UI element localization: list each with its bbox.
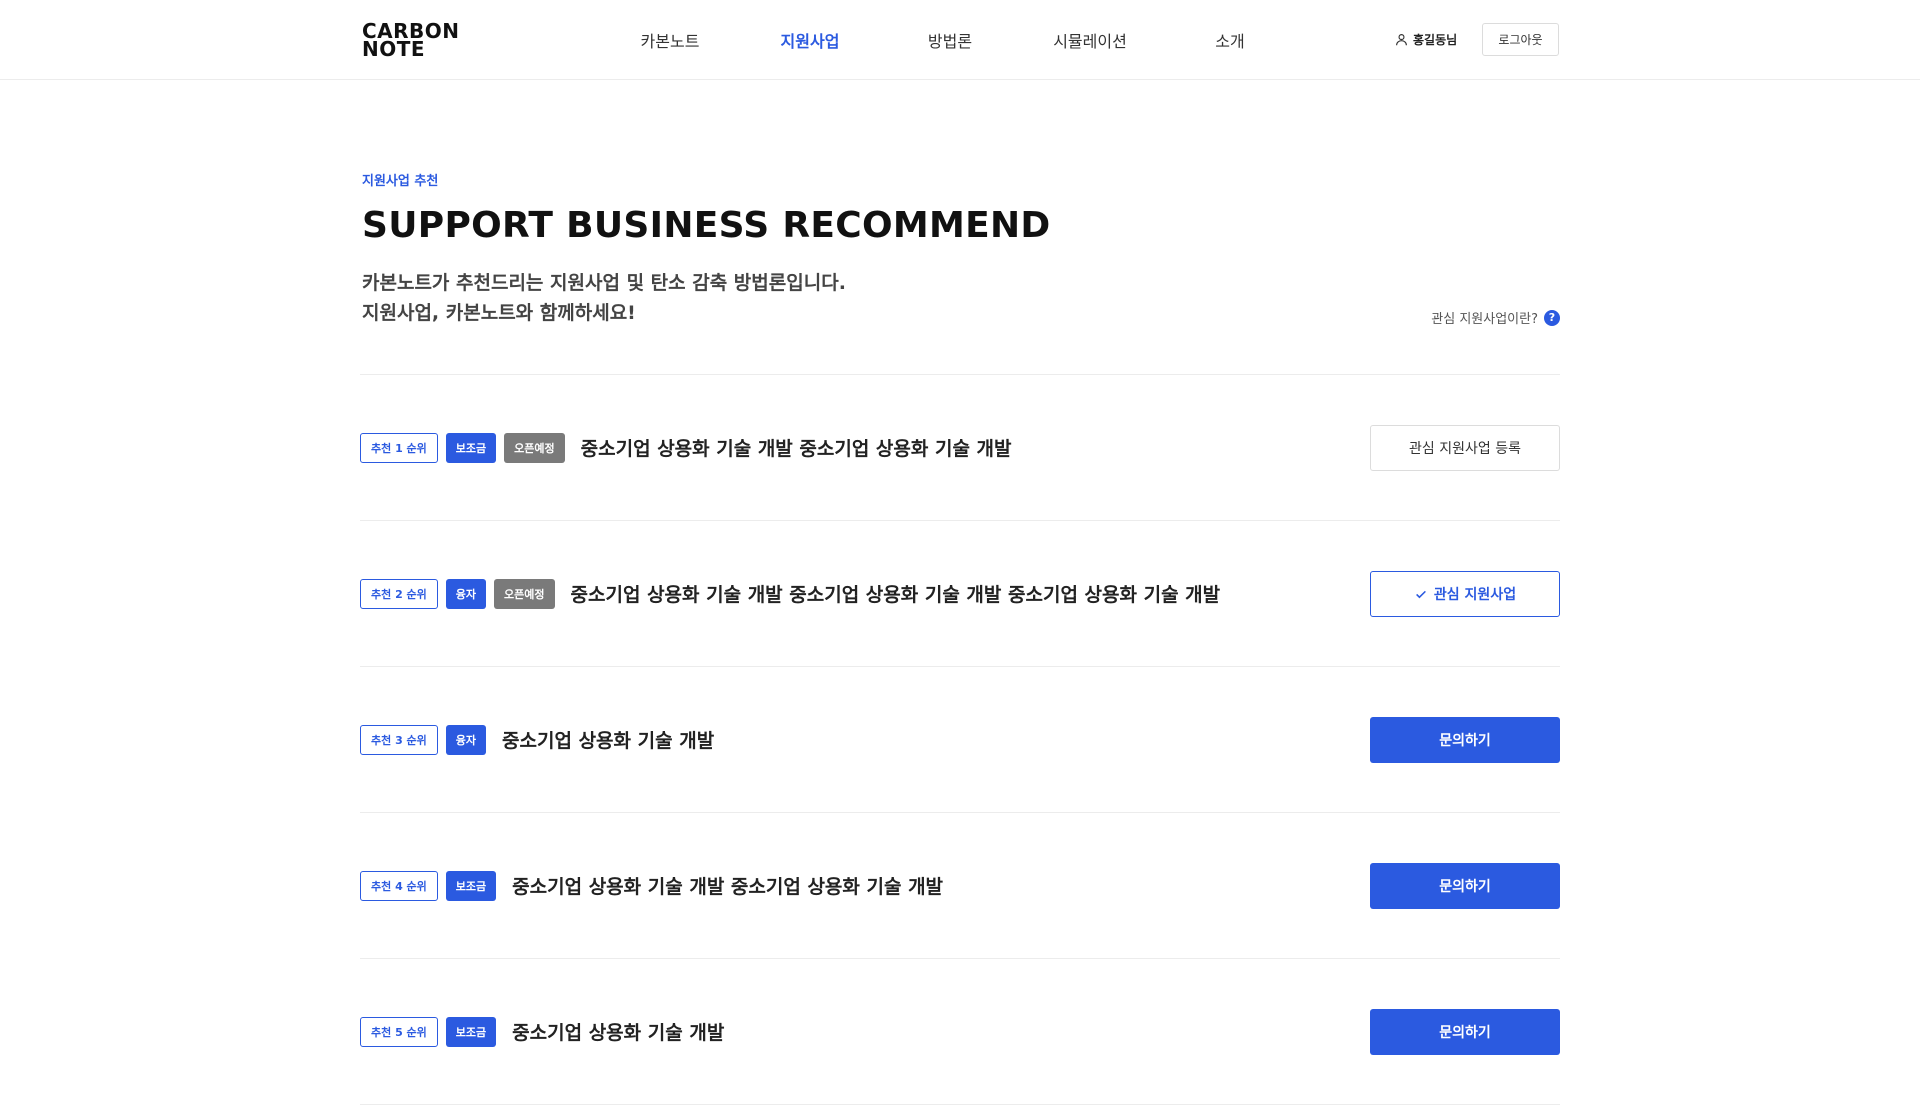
check-icon	[1415, 590, 1426, 598]
list-item: 추천 5 순위 보조금 중소기업 상용화 기술 개발 문의하기	[360, 959, 1560, 1105]
logout-button[interactable]: 로그아웃	[1482, 23, 1559, 56]
status-badge: 오픈예정	[504, 432, 565, 463]
rank-badge: 추천 1 순위	[360, 432, 438, 463]
nav-item-about[interactable]: 소개	[1160, 28, 1300, 52]
page-description: 카본노트가 추천드리는 지원사업 및 탄소 감축 방법론입니다. 지원사업, 카…	[362, 268, 1560, 328]
badge-group: 추천 5 순위 보조금	[360, 1016, 497, 1047]
program-title[interactable]: 중소기업 상용화 기술 개발	[502, 726, 714, 753]
nav-item-methodology[interactable]: 방법론	[880, 28, 1020, 52]
interest-registered-label: 관심 지원사업	[1433, 586, 1517, 603]
badge-group: 추천 3 순위 융자	[360, 724, 487, 755]
interest-registered-button[interactable]: 관심 지원사업	[1370, 570, 1560, 617]
rank-badge: 추천 3 순위	[360, 724, 438, 755]
badge-group: 추천 2 순위 융자 오픈예정	[360, 578, 555, 609]
page-title: SUPPORT BUSINESS RECOMMEND	[362, 205, 1051, 246]
interest-help-link[interactable]: 관심 지원사업이란? ?	[1431, 308, 1560, 327]
type-badge: 융자	[445, 724, 487, 755]
type-badge: 융자	[445, 578, 487, 609]
register-interest-button[interactable]: 관심 지원사업 등록	[1370, 424, 1560, 471]
main-nav: 카본노트 지원사업 방법론 시뮬레이션 소개	[600, 28, 1300, 52]
badge-group: 추천 4 순위 보조금	[360, 870, 497, 901]
type-badge: 보조금	[445, 432, 497, 463]
badge-group: 추천 1 순위 보조금 오픈예정	[360, 432, 565, 463]
section-eyebrow: 지원사업 추천	[362, 174, 439, 189]
list-item: 추천 3 순위 융자 중소기업 상용화 기술 개발 문의하기	[360, 667, 1560, 813]
program-title[interactable]: 중소기업 상용화 기술 개발 중소기업 상용화 기술 개발	[512, 872, 943, 899]
user-menu[interactable]: 홍길동님	[1395, 31, 1457, 48]
nav-item-carbonnote[interactable]: 카본노트	[600, 28, 740, 52]
hero-section: 지원사업 추천 SUPPORT BUSINESS RECOMMEND 카본노트가…	[362, 170, 1560, 328]
help-text: 관심 지원사업이란?	[1431, 312, 1538, 327]
question-icon: ?	[1544, 309, 1560, 326]
carbon-note-logo[interactable]: CARBON NOTE	[362, 21, 460, 59]
program-title[interactable]: 중소기업 상용화 기술 개발 중소기업 상용화 기술 개발 중소기업 상용화 기…	[571, 580, 1221, 607]
inquiry-button[interactable]: 문의하기	[1370, 716, 1560, 763]
list-item: 추천 4 순위 보조금 중소기업 상용화 기술 개발 중소기업 상용화 기술 개…	[360, 813, 1560, 959]
program-title[interactable]: 중소기업 상용화 기술 개발 중소기업 상용화 기술 개발	[581, 434, 1012, 461]
description-line-2: 지원사업, 카본노트와 함께하세요!	[362, 302, 636, 324]
site-header: CARBON NOTE 카본노트 지원사업 방법론 시뮬레이션 소개 홍길동님 …	[0, 0, 1920, 80]
rank-badge: 추천 5 순위	[360, 1016, 438, 1047]
program-title[interactable]: 중소기업 상용화 기술 개발	[512, 1018, 724, 1045]
list-item: 추천 1 순위 보조금 오픈예정 중소기업 상용화 기술 개발 중소기업 상용화…	[360, 375, 1560, 521]
description-line-1: 카본노트가 추천드리는 지원사업 및 탄소 감축 방법론입니다.	[362, 272, 846, 294]
type-badge: 보조금	[445, 1016, 497, 1047]
user-icon	[1396, 34, 1407, 46]
type-badge: 보조금	[445, 870, 497, 901]
status-badge: 오픈예정	[494, 578, 555, 609]
recommendation-list: 추천 1 순위 보조금 오픈예정 중소기업 상용화 기술 개발 중소기업 상용화…	[360, 374, 1560, 1105]
inquiry-button[interactable]: 문의하기	[1370, 1008, 1560, 1055]
inquiry-button[interactable]: 문의하기	[1370, 862, 1560, 909]
user-name: 홍길동님	[1413, 33, 1458, 47]
rank-badge: 추천 2 순위	[360, 578, 438, 609]
rank-badge: 추천 4 순위	[360, 870, 438, 901]
list-item: 추천 2 순위 융자 오픈예정 중소기업 상용화 기술 개발 중소기업 상용화 …	[360, 521, 1560, 667]
nav-item-support[interactable]: 지원사업	[740, 28, 880, 52]
nav-item-simulation[interactable]: 시뮬레이션	[1020, 28, 1160, 52]
